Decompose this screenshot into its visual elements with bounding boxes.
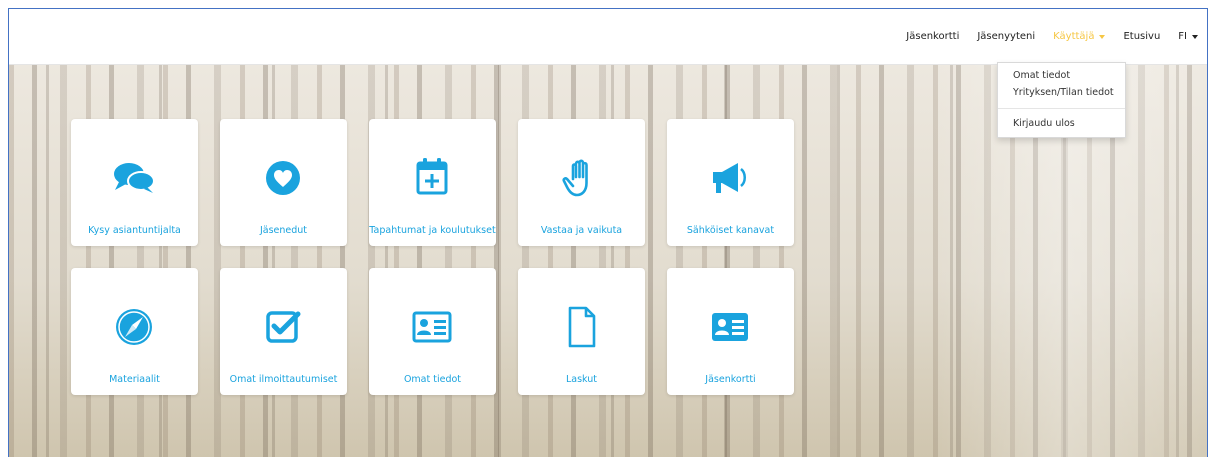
tile-label: Tapahtumat ja koulutukset: [369, 225, 496, 236]
language-selector[interactable]: FI: [1169, 31, 1207, 42]
menu-item-yrityksen-tilan-tiedot[interactable]: Yrityksen/Tilan tiedot: [1013, 87, 1114, 98]
tile-label: Omat tiedot: [403, 374, 462, 385]
megaphone-icon: [705, 155, 755, 201]
tile-label: Omat ilmoittautumiset: [229, 374, 338, 385]
menu-item-omat-tiedot[interactable]: Omat tiedot: [1013, 70, 1070, 81]
hand-icon: [556, 155, 606, 201]
nav-link-etusivu[interactable]: Etusivu: [1114, 31, 1169, 42]
tile-omat-ilmoittautumiset[interactable]: Omat ilmoittautumiset: [220, 268, 347, 395]
menu-item-kirjaudu-ulos[interactable]: Kirjaudu ulos: [1013, 118, 1075, 129]
id-card-icon: [407, 304, 457, 350]
tile-label: Kysy asiantuntijalta: [88, 225, 181, 236]
tile-omat-tiedot[interactable]: Omat tiedot: [369, 268, 496, 395]
caret-down-icon: [1192, 34, 1198, 39]
heart-circle-icon: [258, 155, 308, 201]
tile-tapahtumat-ja-koulutukset[interactable]: Tapahtumat ja koulutukset: [369, 119, 496, 246]
top-navbar: Jäsenkortti Jäsenyyteni Käyttäjä Etusivu…: [9, 9, 1207, 65]
nav-link-jasenkortti[interactable]: Jäsenkortti: [897, 31, 968, 42]
tile-label: Sähköiset kanavat: [686, 225, 775, 236]
nav-link-jasenyyteni[interactable]: Jäsenyyteni: [968, 31, 1044, 42]
tile-jasenedut[interactable]: Jäsenedut: [220, 119, 347, 246]
member-card-icon: [705, 304, 755, 350]
tile-kysy-asiantuntijalta[interactable]: Kysy asiantuntijalta: [71, 119, 198, 246]
tile-label: Materiaalit: [109, 374, 160, 385]
document-icon: [556, 304, 606, 350]
tile-label: Laskut: [565, 374, 598, 385]
menu-divider: [998, 108, 1125, 109]
tile-label: Vastaa ja vaikuta: [540, 225, 623, 236]
user-dropdown-menu: Omat tiedot Yrityksen/Tilan tiedot Kirja…: [997, 62, 1126, 138]
tile-label: Jäsenedut: [259, 225, 308, 236]
chat-bubbles-icon: [109, 155, 159, 201]
tile-laskut[interactable]: Laskut: [518, 268, 645, 395]
nav-links: Jäsenkortti Jäsenyyteni Käyttäjä Etusivu…: [897, 9, 1207, 64]
checkbox-icon: [258, 304, 308, 350]
tile-label: Jäsenkortti: [705, 374, 756, 385]
nav-link-kayttaja[interactable]: Käyttäjä: [1044, 31, 1114, 42]
caret-down-icon: [1099, 34, 1106, 39]
tile-materiaalit[interactable]: Materiaalit: [71, 268, 198, 395]
tile-vastaa-ja-vaikuta[interactable]: Vastaa ja vaikuta: [518, 119, 645, 246]
browser-frame: Jäsenkortti Jäsenyyteni Käyttäjä Etusivu…: [8, 8, 1208, 457]
tile-sahkoiset-kanavat[interactable]: Sähköiset kanavat: [667, 119, 794, 246]
calendar-plus-icon: [407, 155, 457, 201]
compass-icon: [109, 304, 159, 350]
tile-jasenkortti[interactable]: Jäsenkortti: [667, 268, 794, 395]
